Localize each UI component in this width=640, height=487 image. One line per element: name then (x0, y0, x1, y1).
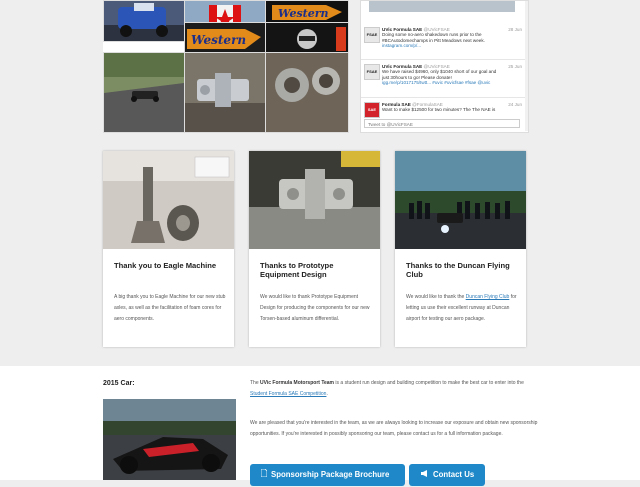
ig-tile-machined-ring[interactable] (265, 52, 349, 133)
avatar[interactable]: FSAE (364, 64, 380, 80)
tweet-date[interactable]: 28 Jun (508, 27, 522, 32)
tweet-divider (361, 97, 526, 98)
sponsorship-info: We are pleased that you're interested in… (250, 420, 538, 438)
ig-tile-western-sticker-2[interactable]: Western (184, 22, 266, 55)
twitter-widget: FSAE UVic Formula SAE @UVicFSAE 28 Jun D… (360, 0, 529, 133)
tweet-text-line: Doing some no-aero shakedown runs prior … (382, 32, 482, 38)
western-logo-text: Western (278, 7, 329, 20)
western-logo-text-2: Western (191, 33, 246, 47)
card-image[interactable] (249, 151, 380, 249)
duncan-flying-club-link[interactable]: Duncan Flying Club (466, 294, 510, 300)
widget-scrollbar[interactable] (525, 1, 528, 131)
avatar[interactable]: FSAE (364, 27, 380, 43)
car-photo (103, 399, 236, 480)
tweet-text-line: just 30hours to go! Please donate! (382, 74, 452, 80)
tweet-author[interactable]: Formula SAE (382, 102, 411, 107)
tweet-author[interactable]: UVic Formula SAE (382, 27, 422, 32)
description-text: The (250, 380, 261, 386)
card-text: We would like to thank Prototype Equipme… (260, 294, 370, 323)
card-title[interactable]: Thanks to the Duncan Flying Club (406, 261, 516, 279)
description-text: . (326, 391, 328, 398)
tweet-handle[interactable]: @UVicFSAE (424, 27, 450, 32)
fsae-competition-link[interactable]: Student Formula SAE Competition (250, 391, 326, 397)
tweet-text-line: #BCAutodomechamps in Pitt Meadows next w… (382, 37, 485, 43)
button-label: Contact Us (433, 470, 475, 479)
tweet-link[interactable]: instagram.com/p/... (382, 43, 421, 48)
news-card-eagle-machine: Thank you to Eagle Machine A big thank y… (103, 151, 234, 347)
avatar[interactable]: SAE (364, 102, 380, 118)
card-text-part: We would like to thank the (406, 294, 466, 300)
button-label: Sponsorship Package Brochure (271, 470, 390, 479)
ig-tile-machined-part[interactable] (184, 52, 266, 133)
card-text: We would like to thank the Duncan Flying… (406, 292, 518, 326)
tweet-media-preview[interactable] (369, 1, 515, 12)
tweet[interactable]: FSAE UVic Formula SAE @UVicFSAE 25 Jun W… (364, 64, 524, 94)
card-title[interactable]: Thank you to Eagle Machine (114, 261, 224, 270)
card-text: A big thank you to Eagle Machine for our… (114, 294, 226, 323)
car-section-title: 2015 Car: (103, 380, 135, 387)
megaphone-icon (421, 465, 429, 487)
ig-tile-car-on-track[interactable] (103, 52, 185, 133)
sponsorship-brochure-button[interactable]: Sponsorship Package Brochure (250, 464, 405, 486)
news-card-duncan-flying-club: Thanks to the Duncan Flying Club We woul… (395, 151, 526, 347)
tweet-date[interactable]: 24 Jun (508, 102, 522, 107)
ig-tile-western-car[interactable]: Western (265, 0, 349, 24)
tweet-date[interactable]: 25 Jun (508, 64, 522, 69)
team-name: UVic Formula Motorsport Team (260, 380, 335, 386)
contact-us-button[interactable]: Contact Us (409, 464, 485, 486)
tweet-text-line: Want to make $12500 for two minutes? The… (382, 107, 496, 113)
tweet-text-line: We have raised $4960, only $1040 short o… (382, 69, 497, 75)
description-text: is a student run design and building com… (334, 380, 524, 386)
tweet-handle[interactable]: @UVicFSAE (424, 64, 450, 69)
tweet-to-input[interactable]: Tweet to @UVicFSAE (364, 119, 520, 128)
document-icon (260, 465, 268, 487)
tweet[interactable]: SAE Formula SAE @FormulaSAE 24 Jun Want … (364, 102, 524, 118)
news-card-prototype-equipment: Thanks to Prototype Equipment Design We … (249, 151, 380, 347)
tweet-author[interactable]: UVic Formula SAE (382, 64, 422, 69)
tweet-divider (361, 59, 526, 60)
team-description: The UVic Formula Motorsport Team is a st… (250, 378, 540, 400)
card-title[interactable]: Thanks to Prototype Equipment Design (260, 261, 370, 279)
card-image[interactable] (395, 151, 526, 249)
ig-tile-racer-blue[interactable] (103, 0, 185, 42)
tweet[interactable]: FSAE UVic Formula SAE @UVicFSAE 28 Jun D… (364, 27, 524, 57)
card-image[interactable] (103, 151, 234, 249)
ig-tile-western-driver[interactable] (265, 22, 349, 55)
tweet-link[interactable]: igg.me/p/1017175/twtt... #uvic #uvicfsae… (382, 80, 490, 85)
tweet-handle[interactable]: @FormulaSAE (412, 102, 443, 107)
